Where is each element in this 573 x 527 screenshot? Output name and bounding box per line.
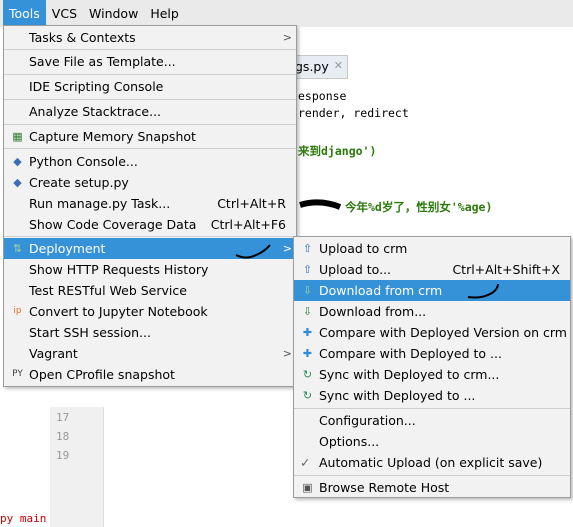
scribble-mark: [299, 199, 342, 210]
scribble-mark: [235, 244, 271, 259]
annotation-marks: [235, 199, 499, 299]
code-line: py main: [0, 512, 47, 525]
scribble-mark: [467, 283, 499, 299]
